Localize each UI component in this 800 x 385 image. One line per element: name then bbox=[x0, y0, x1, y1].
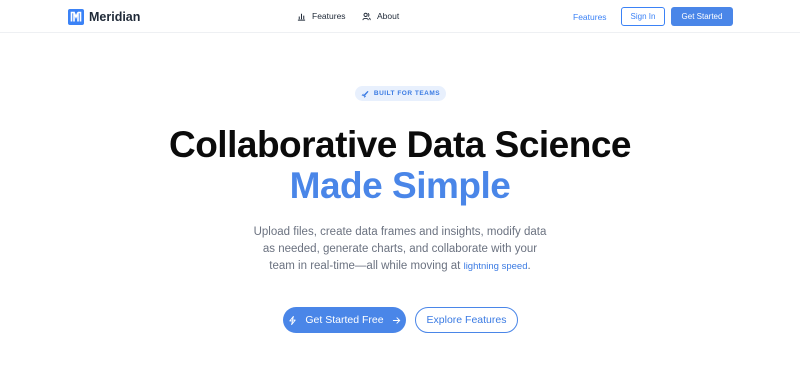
nav-features-label: Features bbox=[312, 11, 346, 21]
hero-headline-line2: Made Simple bbox=[289, 165, 511, 206]
meridian-logo-icon bbox=[68, 9, 84, 25]
sign-in-button[interactable]: Sign In bbox=[621, 7, 665, 26]
built-for-teams-badge: BUILT FOR TEAMS bbox=[355, 86, 446, 101]
hero-headline-line1: Collaborative Data Science bbox=[168, 124, 632, 165]
hero-subtitle: Upload files, create data frames and ins… bbox=[250, 224, 550, 275]
brand-name: Meridian bbox=[89, 10, 141, 24]
explore-features-button[interactable]: Explore Features bbox=[415, 307, 518, 333]
nav-about[interactable]: About bbox=[362, 11, 399, 21]
brand-home-link[interactable]: Meridian bbox=[68, 9, 140, 25]
rocket-icon bbox=[361, 90, 369, 98]
nav-about-label: About bbox=[377, 11, 400, 21]
get-started-button[interactable]: Get Started bbox=[671, 7, 733, 26]
badge-label: BUILT FOR TEAMS bbox=[373, 90, 441, 97]
arrow-right-icon bbox=[392, 316, 400, 324]
users-icon bbox=[362, 12, 371, 20]
lightning-icon bbox=[289, 315, 297, 325]
top-navigation-bar: Meridian Features About Features Sign In… bbox=[0, 0, 800, 33]
get-started-free-label: Get Started Free bbox=[305, 314, 384, 326]
get-started-free-button[interactable]: Get Started Free bbox=[283, 307, 406, 333]
nav-features[interactable]: Features bbox=[297, 11, 346, 21]
header-features-link[interactable]: Features bbox=[573, 12, 607, 22]
chart-icon bbox=[297, 13, 306, 21]
hero-subtitle-end: . bbox=[527, 260, 531, 272]
hero-subtitle-highlight: lightning speed bbox=[463, 261, 528, 272]
